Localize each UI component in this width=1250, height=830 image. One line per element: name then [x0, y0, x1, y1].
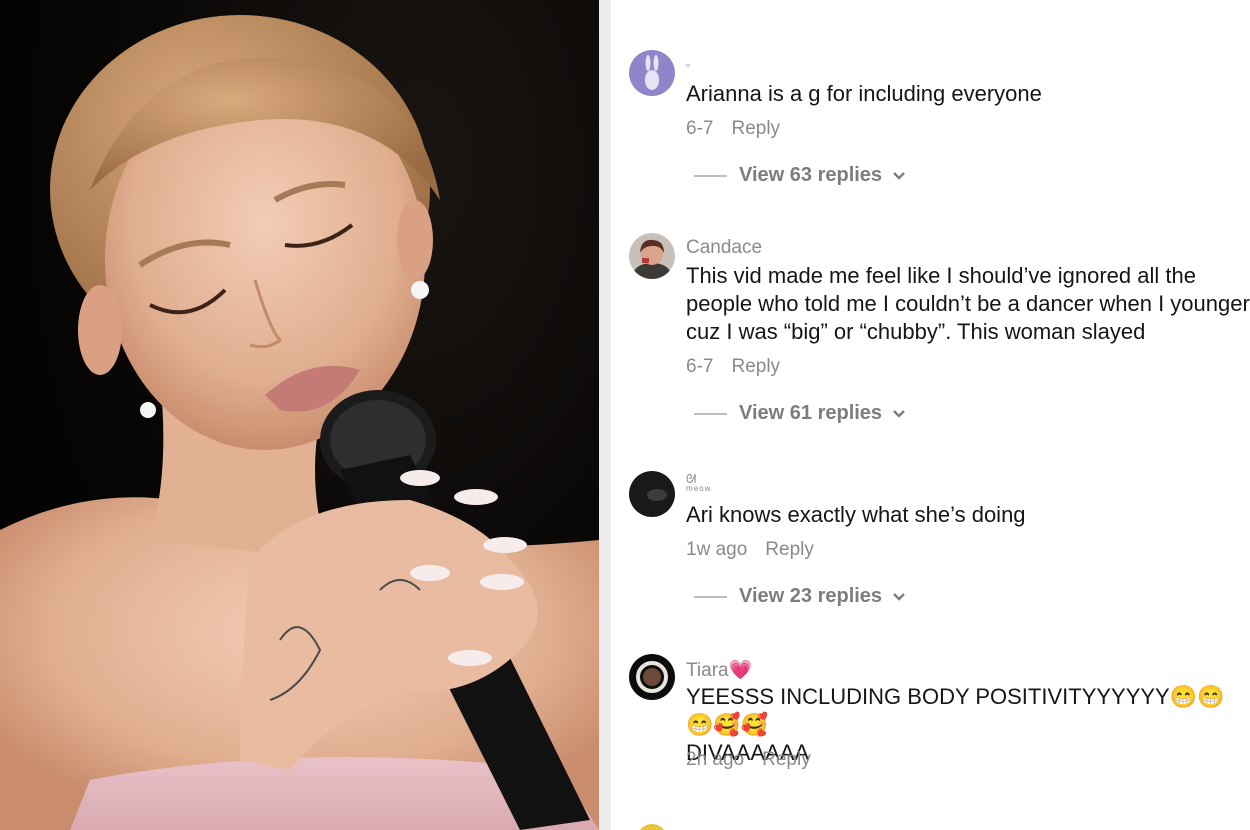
replies-line — [694, 174, 727, 177]
comment-username[interactable]: ▫ — [686, 58, 690, 72]
replies-line — [694, 595, 727, 598]
comment-meta: 2h ago Reply — [686, 749, 811, 771]
dark-avatar-icon[interactable] — [629, 471, 675, 517]
reply-button[interactable]: Reply — [731, 356, 780, 377]
reply-button[interactable]: Reply — [731, 118, 780, 139]
view-replies-button[interactable]: View 23 replies — [694, 585, 906, 608]
view-replies-label: View 23 replies — [739, 585, 883, 607]
view-replies-button[interactable]: View 63 replies — [694, 164, 906, 187]
ring-avatar-icon[interactable] — [629, 654, 675, 700]
selfie-avatar-icon[interactable] — [629, 233, 675, 279]
next-avatar-icon[interactable] — [637, 824, 667, 830]
replies-line — [694, 412, 727, 415]
bunny-avatar-icon[interactable] — [629, 50, 675, 96]
comments-panel: ▫ Arianna is a g for including everyone … — [611, 0, 1250, 830]
view-replies-button[interactable]: View 61 replies — [694, 402, 906, 425]
chevron-down-icon — [892, 585, 906, 608]
comment-text: Arianna is a g for including everyone — [686, 81, 1042, 106]
reply-button[interactable]: Reply — [765, 539, 814, 560]
comment-text: Ari knows exactly what she’s doing — [686, 502, 1026, 527]
comment-username[interactable]: Candace — [686, 237, 762, 259]
comment-meta: 1w ago Reply — [686, 539, 814, 561]
username-glyph: ᘛ — [686, 472, 697, 486]
view-replies-label: View 61 replies — [739, 402, 883, 424]
comment-username[interactable]: Tiara💗 — [686, 658, 752, 682]
comment-text: This vid made me feel like I should’ve i… — [686, 263, 1250, 344]
comment-time: 6-7 — [686, 356, 714, 377]
reply-button[interactable]: Reply — [762, 749, 811, 770]
chevron-down-icon — [892, 402, 906, 425]
comment-time: 2h ago — [686, 749, 745, 770]
comment-time: 6-7 — [686, 118, 714, 139]
comment-time: 1w ago — [686, 539, 748, 560]
chevron-down-icon — [892, 164, 906, 187]
comment-username[interactable]: ᘛ meow — [686, 472, 712, 494]
performer-photo — [0, 0, 599, 830]
username-sub: meow — [686, 484, 712, 493]
view-replies-label: View 63 replies — [739, 164, 883, 186]
comment-meta: 6-7 Reply — [686, 356, 780, 378]
comment-meta: 6-7 Reply — [686, 118, 780, 140]
panel-divider — [599, 0, 611, 830]
